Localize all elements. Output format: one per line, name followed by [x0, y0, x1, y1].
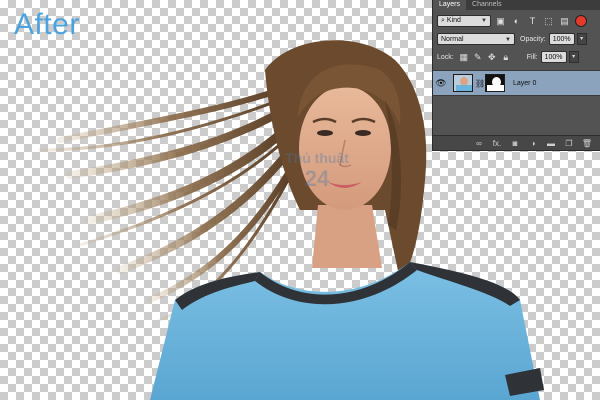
chevron-down-icon: ▼: [481, 18, 487, 24]
layers-panel: Layers Channels ⌕ Kind ▼ ▣ ◐ T ⬚ ▤ Norma…: [432, 0, 600, 151]
fill-input[interactable]: 100%: [540, 51, 567, 63]
watermark: Thủ thuật 24: [272, 150, 362, 192]
search-icon: ⌕: [441, 17, 445, 24]
opacity-input[interactable]: 100%: [548, 33, 575, 45]
blend-mode-value: Normal: [441, 36, 464, 43]
adjustment-filter-icon[interactable]: ◐: [510, 15, 523, 27]
layer-thumbnail[interactable]: [453, 74, 473, 92]
new-layer-icon[interactable]: ❐: [563, 139, 575, 148]
eye-icon[interactable]: 👁︎: [433, 78, 449, 89]
layer-name[interactable]: Layer 0: [513, 80, 536, 87]
group-folder-icon[interactable]: ▬: [545, 139, 557, 148]
right-eye: [355, 130, 371, 136]
kind-filter-select[interactable]: ⌕ Kind ▼: [437, 15, 491, 27]
fill-slider-button[interactable]: ▾: [568, 51, 579, 63]
filter-toggle-switch[interactable]: [575, 15, 587, 27]
lock-position-icon[interactable]: ✥: [485, 51, 499, 63]
watermark-bottom-text: 24: [304, 166, 330, 191]
link-icon[interactable]: ⛓︎: [475, 79, 485, 88]
trash-icon[interactable]: 🗑︎: [581, 139, 593, 148]
type-filter-icon[interactable]: T: [526, 15, 539, 27]
tab-channels[interactable]: Channels: [466, 0, 508, 10]
neck: [312, 205, 382, 268]
smart-object-filter-icon[interactable]: ▤: [558, 15, 571, 27]
layer-row[interactable]: 👁︎ ⛓︎ Layer 0: [433, 70, 600, 96]
layer-mask-thumbnail[interactable]: [485, 74, 505, 92]
chevron-down-icon: ▼: [505, 37, 511, 43]
fill-label: Fill:: [526, 53, 538, 61]
lock-label: Lock:: [437, 53, 454, 61]
opacity-slider-button[interactable]: ▾: [576, 33, 587, 45]
shape-filter-icon[interactable]: ⬚: [542, 15, 555, 27]
adjustment-icon[interactable]: ◑: [527, 139, 539, 148]
link-layers-icon[interactable]: ∞: [473, 139, 485, 148]
lock-image-icon[interactable]: ✎: [471, 51, 485, 63]
panel-footer: ∞ fx. ◙ ◑ ▬ ❐ 🗑︎: [433, 135, 600, 150]
tab-layers[interactable]: Layers: [433, 0, 467, 10]
fx-icon[interactable]: fx.: [491, 139, 503, 148]
filter-row: ⌕ Kind ▼ ▣ ◐ T ⬚ ▤: [433, 12, 600, 30]
add-mask-icon[interactable]: ◙: [509, 139, 521, 148]
blend-mode-select[interactable]: Normal ▼: [437, 33, 515, 45]
opacity-label: Opacity:: [520, 35, 546, 43]
lock-row: Lock: ▦ ✎ ✥ 🔒︎ Fill: 100% ▾: [433, 48, 600, 66]
lock-all-icon[interactable]: 🔒︎: [499, 51, 513, 63]
kind-filter-label: Kind: [446, 17, 461, 24]
pixel-filter-icon[interactable]: ▣: [494, 15, 507, 27]
left-eye: [317, 130, 333, 136]
blend-row: Normal ▼ Opacity: 100% ▾: [433, 30, 600, 48]
panel-tabs: Layers Channels: [433, 0, 600, 10]
lock-transparent-icon[interactable]: ▦: [457, 51, 471, 63]
watermark-top-text: Thủ thuật: [285, 150, 349, 166]
